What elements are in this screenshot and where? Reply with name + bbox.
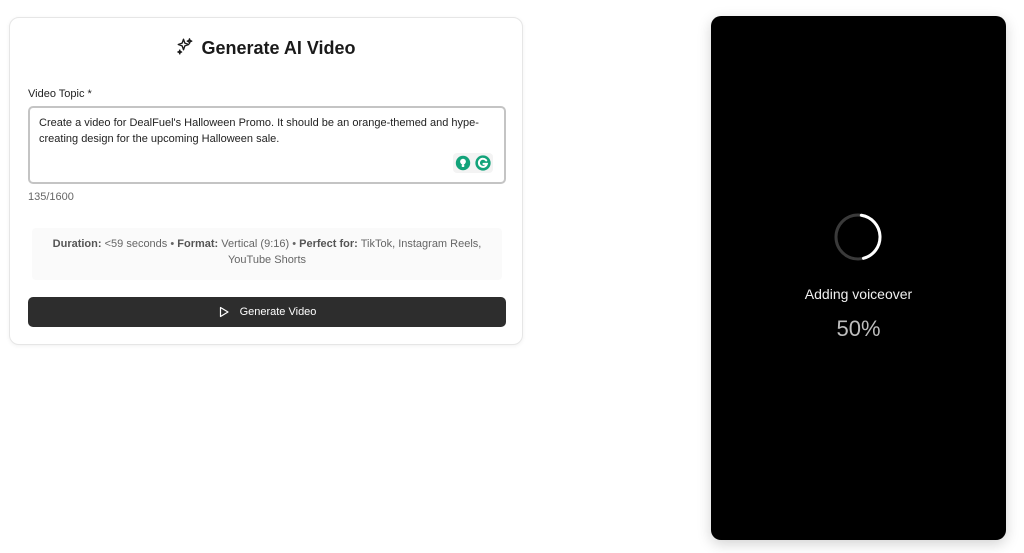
loading-spinner-icon — [834, 213, 882, 261]
play-icon — [219, 306, 229, 318]
character-counter: 135/1600 — [28, 191, 74, 203]
generate-video-label: Generate Video — [239, 306, 317, 318]
generate-video-card: Generate AI Video Video Topic * Create a… — [9, 17, 523, 345]
progress-status-label: Adding voiceover — [804, 286, 913, 302]
video-topic-input[interactable]: Create a video for DealFuel's Halloween … — [28, 106, 506, 184]
generate-video-button[interactable]: Generate Video — [28, 297, 506, 327]
perfect-for-label: Perfect for: — [299, 238, 358, 250]
progress-percentage: 50% — [836, 316, 881, 341]
sparkles-icon — [176, 37, 194, 60]
video-topic-label: Video Topic * — [28, 88, 92, 100]
textarea-extension-icons — [453, 153, 493, 173]
card-header: Generate AI Video — [10, 37, 522, 60]
video-info-box: Duration: <59 seconds • Format: Vertical… — [32, 228, 502, 280]
page-title: Generate AI Video — [201, 38, 356, 58]
video-preview-panel: Adding voiceover 50% — [711, 16, 1006, 540]
duration-value: <59 seconds — [104, 238, 168, 250]
duration-label: Duration: — [52, 238, 102, 250]
separator: • — [170, 238, 175, 250]
grammarly-icon[interactable] — [474, 154, 492, 172]
format-value: Vertical (9:16) — [221, 238, 290, 250]
format-label: Format: — [177, 238, 219, 250]
separator: • — [292, 238, 297, 250]
lightbulb-icon[interactable] — [454, 154, 472, 172]
